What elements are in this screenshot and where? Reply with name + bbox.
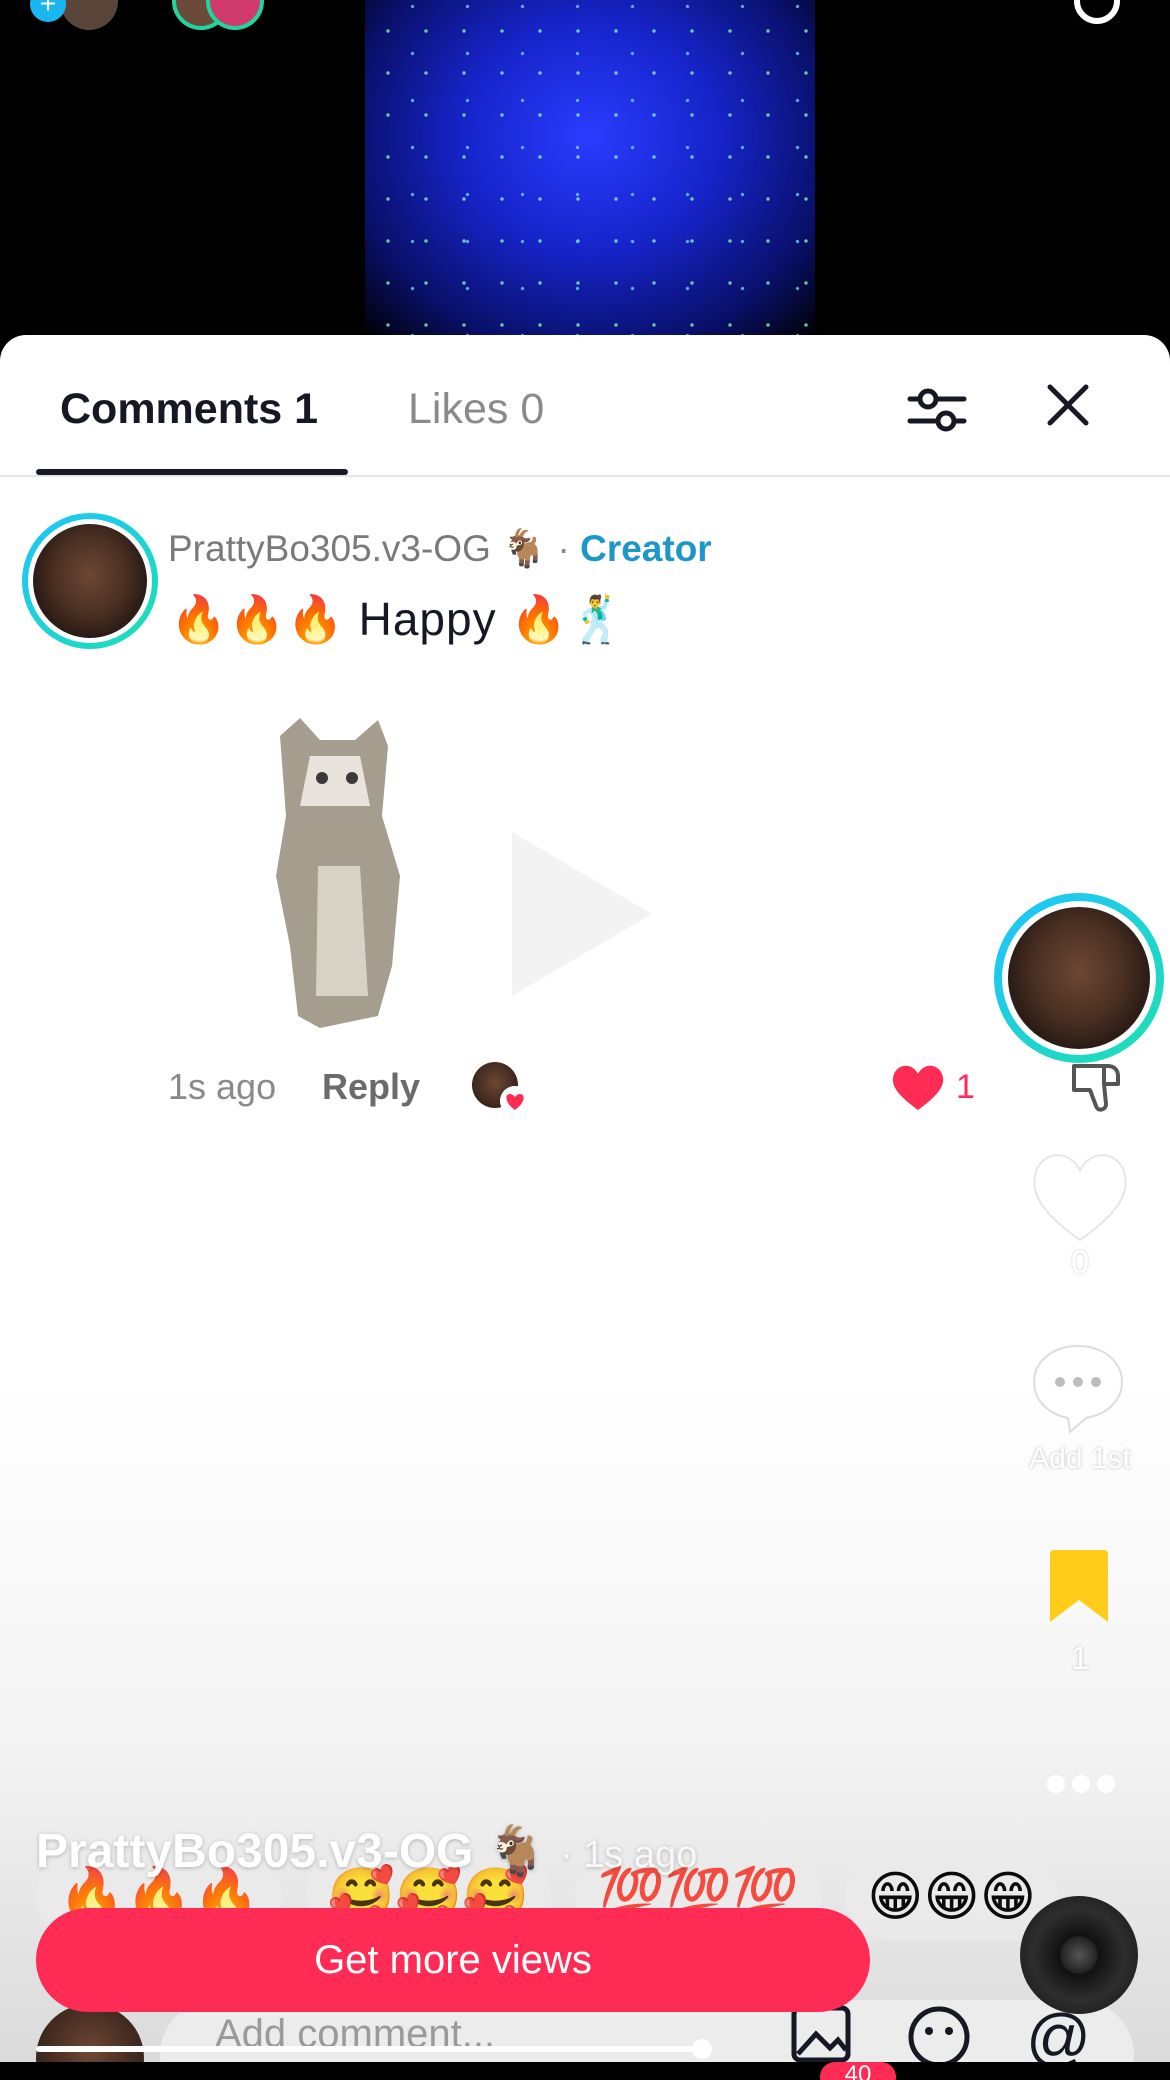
filter-icon[interactable] — [906, 379, 968, 441]
video-progress-bar[interactable] — [36, 2046, 702, 2052]
reply-button[interactable]: Reply — [322, 1066, 420, 1108]
cat-sticker-image[interactable] — [260, 716, 410, 1036]
heart-count: 0 — [1071, 1244, 1089, 1280]
dislike-icon[interactable] — [1068, 1060, 1126, 1116]
caption-time: · 1s ago — [559, 1834, 698, 1876]
emoji-icon[interactable] — [906, 2004, 972, 2070]
comment-text: 🔥🔥🔥 Happy 🔥🕺 — [170, 593, 627, 645]
inbox-badge: 40 — [820, 2062, 896, 2080]
comment-separator: · — [557, 528, 570, 569]
video-backdrop[interactable]: + — [0, 0, 1170, 340]
liked-by-creator-icon — [500, 1086, 530, 1116]
creator-avatar[interactable] — [994, 893, 1164, 1063]
active-tab-indicator — [36, 469, 348, 475]
heart-icon[interactable] — [1028, 1148, 1132, 1244]
bookmark-icon[interactable] — [1046, 1548, 1112, 1624]
video-progress-handle[interactable] — [692, 2039, 712, 2059]
video-figure — [365, 0, 815, 340]
comment-timestamp: 1s ago — [168, 1066, 277, 1107]
tab-likes[interactable]: Likes 0 — [408, 385, 544, 434]
close-icon[interactable] — [1042, 379, 1094, 431]
tab-comments[interactable]: Comments 1 — [60, 385, 318, 434]
sheet-tabs: Comments 1 Likes 0 — [0, 335, 1170, 477]
search-icon[interactable] — [1074, 0, 1120, 24]
comment-like-count: 1 — [956, 1068, 975, 1106]
add-first-comment-label: Add 1st — [1029, 1442, 1131, 1475]
caption-username[interactable]: PrattyBo305.v3-OG 🐐 — [36, 1825, 547, 1878]
bookmark-count: 1 — [1071, 1640, 1089, 1676]
comment-bubble-icon[interactable] — [1030, 1342, 1126, 1434]
bottom-nav-bar — [0, 2062, 1170, 2080]
comment-author[interactable]: PrattyBo305.v3-OG 🐐 · Creator — [168, 528, 712, 571]
mini-avatar[interactable] — [60, 0, 118, 30]
comment-username[interactable]: PrattyBo305.v3-OG 🐐 — [168, 528, 547, 569]
image-icon[interactable] — [790, 2004, 852, 2064]
comment-like-heart-icon[interactable] — [890, 1062, 946, 1112]
play-icon[interactable] — [512, 832, 652, 996]
get-more-views-button[interactable]: Get more views — [36, 1908, 870, 2012]
creator-badge: Creator — [580, 528, 712, 569]
top-avatars — [60, 0, 264, 30]
comment-author-avatar[interactable] — [22, 513, 158, 649]
more-dots-icon[interactable] — [1044, 1772, 1118, 1796]
video-caption: PrattyBo305.v3-OG 🐐 · 1s ago — [36, 1822, 697, 1879]
music-disc-icon[interactable] — [1020, 1896, 1138, 2014]
